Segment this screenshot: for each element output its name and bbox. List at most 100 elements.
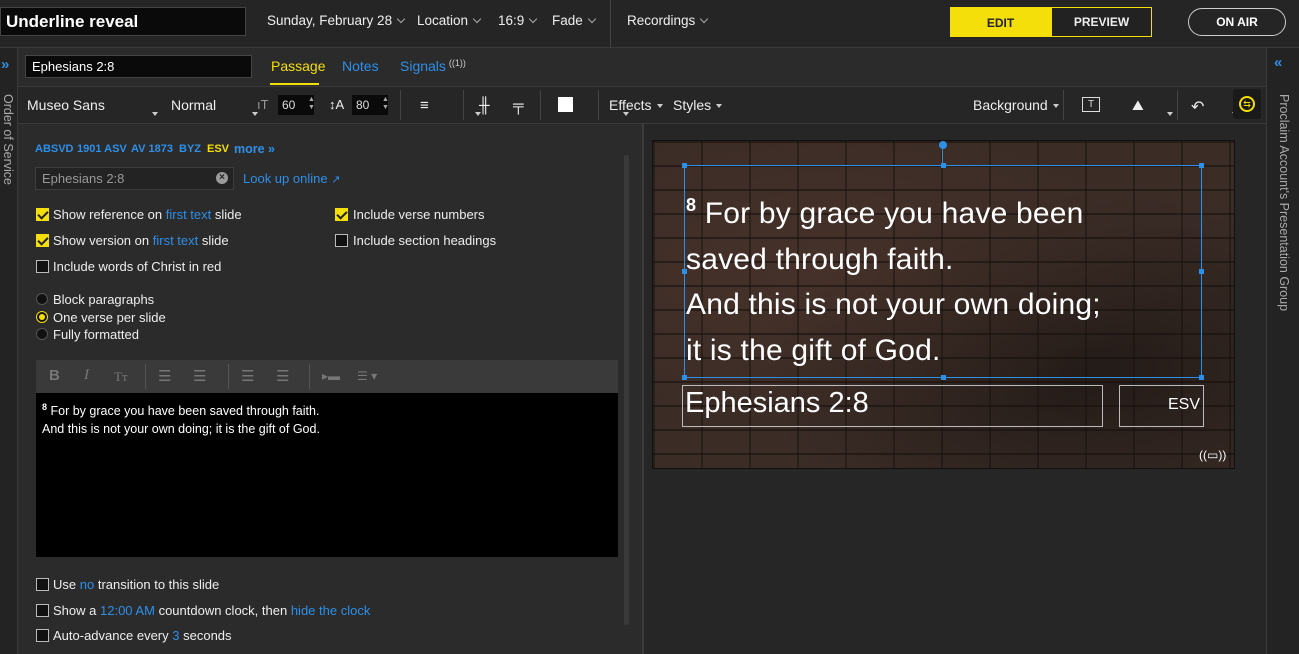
text-box-icon[interactable]: T <box>1082 97 1100 112</box>
preview-button[interactable]: PREVIEW <box>1051 7 1152 37</box>
recordings-dropdown[interactable]: Recordings <box>627 13 709 28</box>
divider <box>1063 90 1064 120</box>
font-weight-label: Normal <box>171 97 217 113</box>
clear-icon[interactable]: × <box>216 172 228 184</box>
resize-handle[interactable] <box>682 163 687 168</box>
numbered-list-icon[interactable]: ☰ <box>193 367 206 385</box>
show-reference-checkbox[interactable] <box>36 208 49 221</box>
version-byz[interactable]: BYZ <box>179 143 201 155</box>
insert-icon[interactable]: ▸▬ <box>322 369 340 383</box>
effects-dropdown[interactable]: Effects <box>609 97 663 113</box>
tab-notes[interactable]: Notes <box>342 58 379 74</box>
indent-icon[interactable]: ☰ <box>276 367 289 385</box>
location-dropdown[interactable]: Location <box>417 13 482 28</box>
align-icon[interactable]: ≡ <box>420 97 429 114</box>
slide-reference-input[interactable]: Ephesians 2:8 <box>25 55 252 78</box>
resize-handle[interactable] <box>941 375 946 380</box>
transition-link[interactable]: no <box>80 577 94 592</box>
slide-reference-text[interactable]: Ephesians 2:8 <box>682 385 1103 427</box>
align-top-icon[interactable]: ╤ <box>513 97 524 114</box>
block-paragraphs-label: Block paragraphs <box>53 292 155 307</box>
signals-badge: ((1)) <box>448 58 466 68</box>
words-of-christ-label: Include words of Christ in red <box>53 259 222 274</box>
no-transition-checkbox[interactable] <box>36 578 49 591</box>
edit-button[interactable]: EDIT <box>950 7 1051 37</box>
line-height-icon: ↕A <box>329 97 345 112</box>
auto-advance-checkbox[interactable] <box>36 629 49 642</box>
caret-down-icon <box>1052 104 1059 108</box>
image-icon[interactable]: ⛰ <box>1132 97 1144 114</box>
font-weight-dropdown[interactable]: Normal <box>171 97 216 113</box>
chevron-down-icon <box>700 14 709 24</box>
slide-line-4: it is the gift of God. <box>686 333 941 367</box>
fully-formatted-label: Fully formatted <box>53 327 139 342</box>
external-link-icon: ↗ <box>331 174 341 186</box>
double-chevron-left-icon[interactable]: « <box>1274 54 1282 71</box>
one-verse-per-slide-radio[interactable] <box>36 311 48 323</box>
styles-dropdown[interactable]: Styles <box>673 97 723 113</box>
countdown-clock-label: Show a 12:00 AM countdown clock, then hi… <box>53 603 371 618</box>
slide-verse-text[interactable]: 8 For by grace you have been saved throu… <box>686 183 1200 373</box>
resize-handle[interactable] <box>1199 375 1204 380</box>
tab-signals[interactable]: Signals ((1)) <box>400 58 466 74</box>
font-family-dropdown[interactable]: Museo Sans <box>27 97 105 113</box>
double-chevron-right-icon[interactable]: » <box>1 56 9 73</box>
passage-text-editor[interactable]: 8 For by grace you have been saved throu… <box>36 393 618 557</box>
countdown-clock-checkbox[interactable] <box>36 604 49 617</box>
align-vertical-center-icon[interactable]: ╫ <box>479 97 490 114</box>
resize-handle[interactable] <box>682 375 687 380</box>
fully-formatted-radio[interactable] <box>36 328 48 340</box>
date-dropdown[interactable]: Sunday, February 28 <box>267 13 406 28</box>
first-text-link[interactable]: first text <box>153 233 199 248</box>
slide-version-text[interactable]: ESV <box>1119 385 1204 427</box>
tab-passage[interactable]: Passage <box>271 58 325 74</box>
version-1901-asv[interactable]: 1901 ASV <box>77 143 127 155</box>
caret-down-icon <box>1166 112 1173 116</box>
chevron-down-icon <box>472 14 482 24</box>
resize-handle[interactable] <box>1199 163 1204 168</box>
sync-button[interactable]: ⇆ <box>1233 89 1261 119</box>
background-dropdown[interactable]: Background <box>973 97 1059 113</box>
passage-scrollbar[interactable] <box>624 155 629 625</box>
look-up-online-link[interactable]: Look up online ↗ <box>243 171 340 186</box>
more-versions-link[interactable]: more » <box>234 142 275 156</box>
presentation-title-field[interactable]: Underline reveal <box>0 7 246 36</box>
sync-icon: ⇆ <box>1239 96 1255 112</box>
first-text-link[interactable]: first text <box>166 207 212 222</box>
active-tab-underline <box>270 83 319 85</box>
show-version-checkbox[interactable] <box>36 234 49 247</box>
passage-lookup-input[interactable]: Ephesians 2:8 <box>35 167 234 190</box>
line-height-stepper[interactable]: ▲ ▼ <box>382 96 389 112</box>
undo-icon[interactable]: ↶ <box>1191 97 1204 117</box>
signals-label: Signals <box>400 58 446 74</box>
text-case-icon[interactable]: Tт <box>114 369 128 385</box>
outdent-icon[interactable]: ☰ <box>241 367 254 385</box>
bold-icon[interactable]: B <box>49 367 60 384</box>
more-format-icon[interactable]: ☰ ▾ <box>357 369 377 383</box>
version-av-1873[interactable]: AV 1873 <box>131 143 173 155</box>
aspect-dropdown[interactable]: 16:9 <box>498 13 538 28</box>
resize-handle[interactable] <box>941 163 946 168</box>
version-esv[interactable]: ESV <box>207 143 229 155</box>
chevron-down-icon <box>587 14 597 24</box>
clock-time-link[interactable]: 12:00 AM <box>100 603 155 618</box>
background-label: Background <box>973 97 1048 113</box>
on-air-button[interactable]: ON AIR <box>1188 8 1286 36</box>
hide-clock-link[interactable]: hide the clock <box>291 603 371 618</box>
words-of-christ-checkbox[interactable] <box>36 260 49 273</box>
font-size-stepper[interactable]: ▲ ▼ <box>308 96 315 112</box>
version-absvd[interactable]: ABSVD <box>35 143 74 155</box>
rotate-handle[interactable] <box>939 141 947 149</box>
italic-icon[interactable]: I <box>84 367 89 384</box>
section-headings-checkbox[interactable] <box>335 234 348 247</box>
order-of-service-rail[interactable]: » Order of Service <box>0 48 18 654</box>
verse-numbers-checkbox[interactable] <box>335 208 348 221</box>
bullet-list-icon[interactable]: ☰ <box>158 367 171 385</box>
presentation-group-rail[interactable]: « Proclaim Account's Presentation Group <box>1266 48 1299 654</box>
block-paragraphs-radio[interactable] <box>36 293 48 305</box>
section-headings-label: Include section headings <box>353 233 497 248</box>
transition-dropdown[interactable]: Fade <box>552 13 597 28</box>
text-color-swatch[interactable] <box>558 97 573 112</box>
slide-line-1: 8 For by grace you have been <box>686 195 1084 230</box>
auto-advance-seconds-link[interactable]: 3 <box>172 628 179 643</box>
